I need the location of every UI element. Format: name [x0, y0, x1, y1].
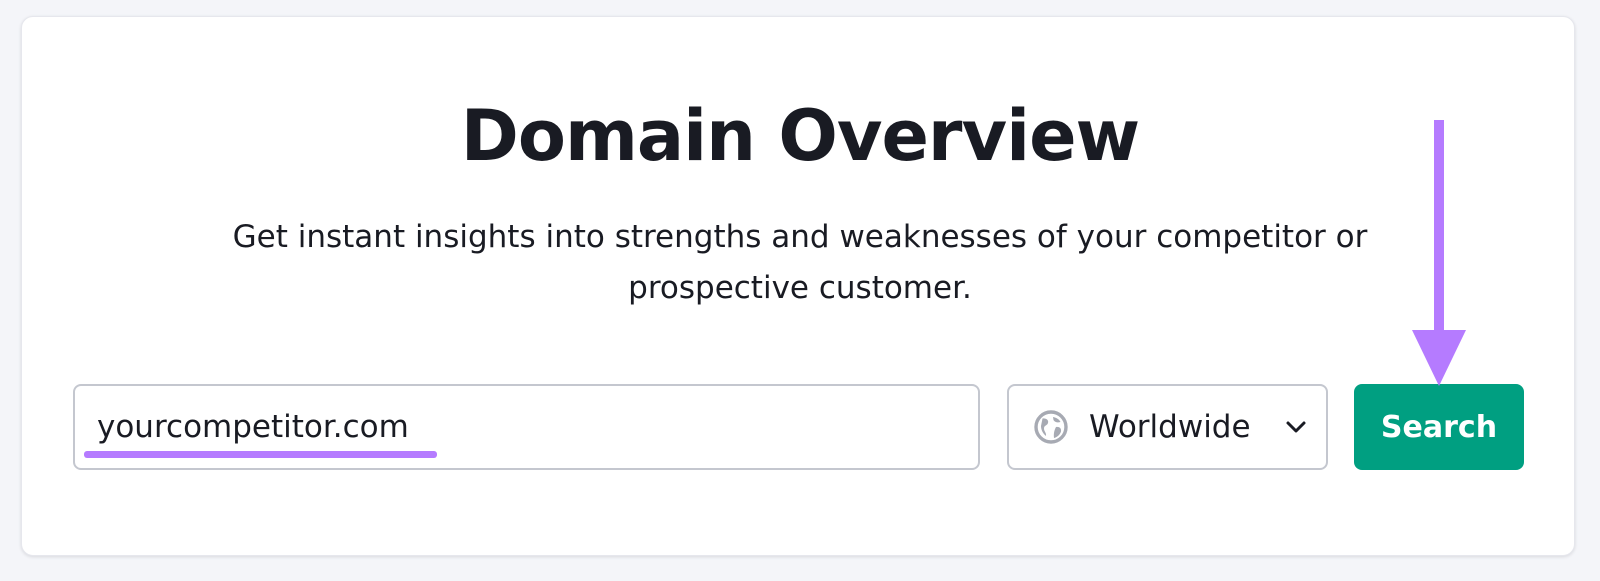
highlight-underline: [84, 451, 437, 458]
chevron-down-icon: [1286, 421, 1306, 433]
search-button[interactable]: Search: [1354, 384, 1524, 470]
page-title: Domain Overview: [460, 95, 1140, 177]
region-select[interactable]: Worldwide: [1007, 384, 1328, 470]
globe-icon: [1034, 410, 1068, 444]
page-description: Get instant insights into strengths and …: [232, 219, 1368, 306]
annotation-arrow: [1412, 120, 1466, 386]
region-label: Worldwide: [1089, 409, 1251, 445]
